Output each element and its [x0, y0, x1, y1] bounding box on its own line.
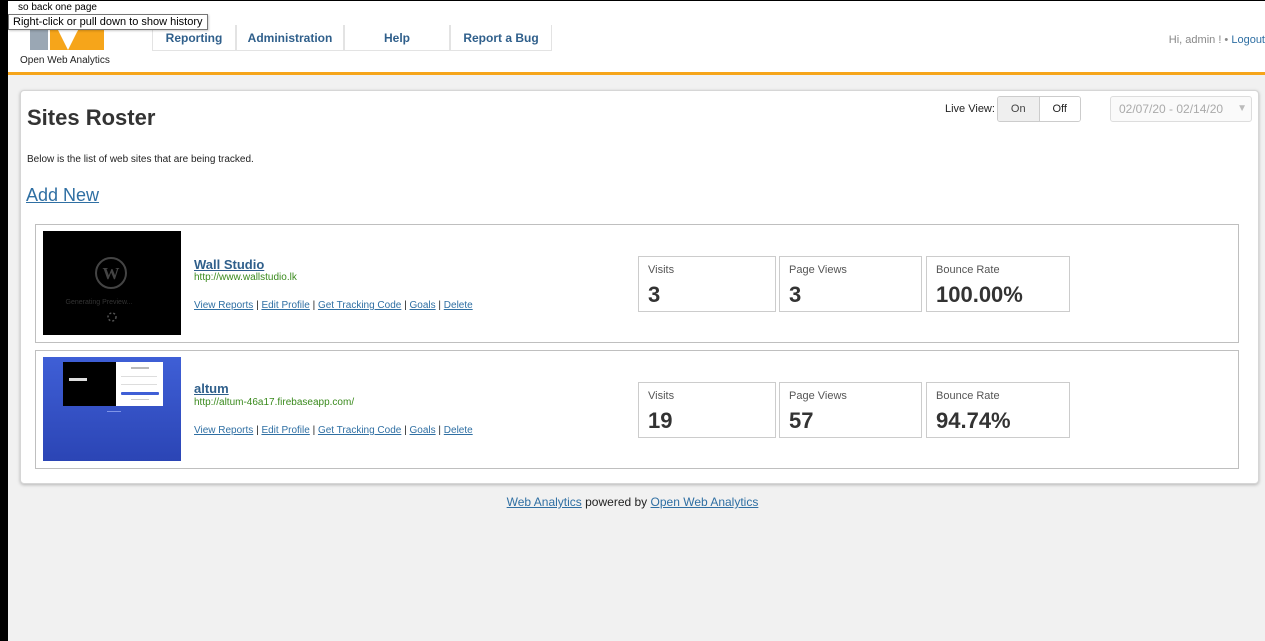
bounce-rate-stat: Bounce Rate 94.74%: [926, 382, 1070, 438]
stat-value: 19: [648, 408, 673, 433]
site-thumbnail[interactable]: [43, 357, 181, 461]
tooltip-text: Right-click or pull down to show history: [8, 14, 208, 30]
add-new-link[interactable]: Add New: [26, 185, 99, 206]
date-range-picker[interactable]: 02/07/20 - 02/14/20 ▼: [1110, 96, 1252, 122]
page-description: Below is the list of web sites that are …: [27, 154, 254, 165]
delete-link[interactable]: Delete: [444, 300, 473, 311]
visits-stat: Visits 19: [638, 382, 776, 438]
edit-profile-link[interactable]: Edit Profile: [261, 425, 309, 436]
window-edge: [0, 0, 8, 641]
site-row: altum http://altum-46a17.firebaseapp.com…: [35, 350, 1239, 469]
page-views-stat: Page Views 3: [779, 256, 922, 312]
open-web-analytics-link[interactable]: Open Web Analytics: [651, 495, 759, 509]
logout-link[interactable]: Logout: [1231, 34, 1265, 46]
stat-value: 57: [789, 408, 814, 433]
live-view-label: Live View:: [945, 103, 995, 115]
logo-text: Open Web Analytics: [20, 55, 110, 66]
live-view-toggle: On Off: [997, 96, 1081, 122]
date-range-value: 02/07/20 - 02/14/20: [1119, 102, 1224, 116]
view-reports-link[interactable]: View Reports: [194, 425, 253, 436]
get-tracking-code-link[interactable]: Get Tracking Code: [318, 300, 401, 311]
history-tooltip: so back one page Right-click or pull dow…: [8, 2, 218, 33]
site-row: W Generating Preview... Wall Studio http…: [35, 224, 1239, 343]
site-name-link[interactable]: Wall Studio: [194, 257, 264, 272]
goals-link[interactable]: Goals: [410, 425, 436, 436]
stat-value: 3: [648, 282, 661, 307]
stat-value: 94.74%: [936, 408, 1011, 433]
tooltip-ghost-text: so back one page: [18, 2, 97, 13]
nav-administration[interactable]: Administration: [236, 25, 344, 51]
site-thumbnail[interactable]: W Generating Preview...: [43, 231, 181, 335]
nav-report-a-bug[interactable]: Report a Bug: [450, 25, 552, 51]
site-name-link[interactable]: altum: [194, 381, 229, 396]
site-actions: View Reports | Edit Profile | Get Tracki…: [194, 300, 473, 311]
nav-help[interactable]: Help: [344, 25, 450, 51]
live-view-on-button[interactable]: On: [998, 97, 1040, 121]
site-url: http://www.wallstudio.lk: [194, 272, 297, 283]
stat-value: 3: [789, 282, 802, 307]
get-tracking-code-link[interactable]: Get Tracking Code: [318, 425, 401, 436]
footer-text: powered by: [581, 495, 651, 509]
bounce-rate-stat: Bounce Rate 100.00%: [926, 256, 1070, 312]
stat-label: Page Views: [789, 390, 847, 402]
view-reports-link[interactable]: View Reports: [194, 300, 253, 311]
user-greeting: Hi, admin ! • Logout: [1169, 34, 1265, 46]
stat-label: Page Views: [789, 264, 847, 276]
stat-value: 100.00%: [936, 282, 1023, 307]
greeting-text: Hi, admin ! •: [1168, 34, 1229, 46]
stat-label: Visits: [648, 264, 675, 276]
footer: Web Analytics powered by Open Web Analyt…: [0, 495, 1265, 509]
goals-link[interactable]: Goals: [410, 300, 436, 311]
edit-profile-link[interactable]: Edit Profile: [261, 300, 309, 311]
web-analytics-link[interactable]: Web Analytics: [507, 495, 582, 509]
site-url: http://altum-46a17.firebaseapp.com/: [194, 397, 355, 408]
live-view-off-button[interactable]: Off: [1039, 97, 1080, 121]
page-title: Sites Roster: [27, 105, 156, 130]
site-actions: View Reports | Edit Profile | Get Tracki…: [194, 425, 473, 436]
page-views-stat: Page Views 57: [779, 382, 922, 438]
stat-label: Bounce Rate: [936, 264, 1000, 276]
stat-label: Visits: [648, 390, 675, 402]
thumbnail-status-text: Generating Preview...: [66, 299, 133, 306]
delete-link[interactable]: Delete: [444, 425, 473, 436]
svg-text:W: W: [103, 264, 120, 283]
visits-stat: Visits 3: [638, 256, 776, 312]
stat-label: Bounce Rate: [936, 390, 1000, 402]
sites-roster-panel: Sites Roster Below is the list of web si…: [20, 90, 1259, 484]
chevron-down-icon[interactable]: ▼: [1237, 97, 1247, 121]
